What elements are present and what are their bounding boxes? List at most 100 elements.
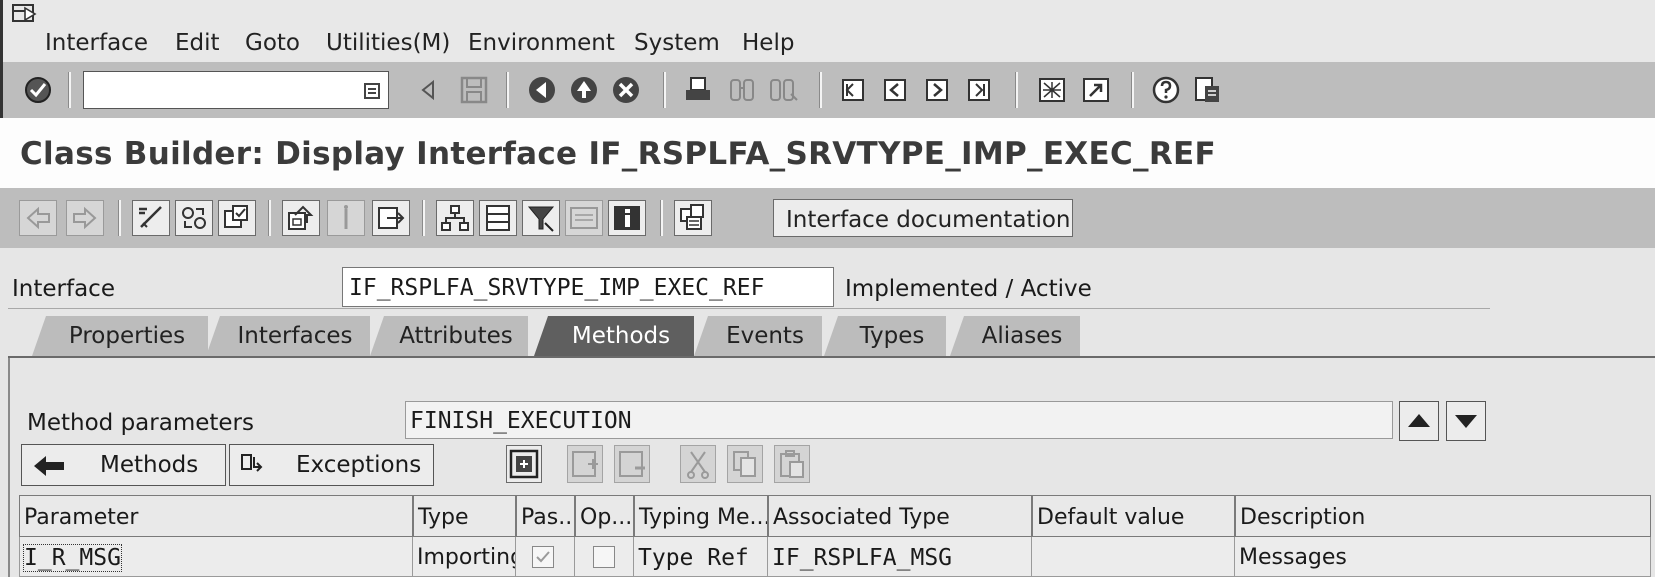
cell-description[interactable]: Messages bbox=[1235, 537, 1651, 577]
delete-row-button[interactable] bbox=[614, 445, 650, 483]
object-list-button[interactable] bbox=[372, 200, 410, 236]
tab-methods[interactable]: Methods bbox=[534, 316, 694, 356]
find-next-icon[interactable] bbox=[769, 74, 799, 106]
toolbar-separator bbox=[506, 72, 509, 108]
menu-system[interactable]: System bbox=[634, 30, 720, 56]
cell-typing-method[interactable]: Type Ref bbox=[634, 537, 768, 577]
previous-method-button[interactable] bbox=[1399, 401, 1439, 441]
tab-label: Interfaces bbox=[237, 323, 353, 349]
exceptions-button[interactable]: Exceptions bbox=[229, 444, 434, 486]
next-page-icon[interactable] bbox=[923, 74, 953, 106]
back-icon[interactable] bbox=[527, 74, 557, 106]
column-header-type[interactable]: Type bbox=[413, 495, 516, 537]
information-button[interactable] bbox=[608, 200, 646, 236]
column-header-associated-type[interactable]: Associated Type bbox=[768, 495, 1032, 537]
activate-button[interactable] bbox=[282, 200, 320, 236]
tab-label: Types bbox=[859, 323, 925, 349]
cell-parameter[interactable]: I_R_MSG bbox=[19, 537, 413, 577]
enter-icon[interactable] bbox=[23, 74, 53, 106]
toolbar-separator bbox=[663, 72, 666, 108]
documentation-icon-button[interactable] bbox=[674, 200, 712, 236]
menu-help[interactable]: Help bbox=[742, 30, 794, 56]
active-inactive-button[interactable] bbox=[175, 200, 213, 236]
column-header-description[interactable]: Description bbox=[1235, 495, 1651, 537]
standard-toolbar bbox=[0, 62, 1655, 118]
next-object-button[interactable] bbox=[66, 200, 104, 236]
menu-goto[interactable]: Goto bbox=[245, 30, 300, 56]
column-header-default-value[interactable]: Default value bbox=[1032, 495, 1235, 537]
toolbar-separator bbox=[819, 72, 822, 108]
menu-interface[interactable]: Interface bbox=[45, 30, 148, 56]
system-menu-icon[interactable] bbox=[11, 2, 41, 26]
insert-row-button[interactable] bbox=[567, 445, 603, 483]
menu-environment[interactable]: Environment bbox=[468, 30, 615, 56]
arrow-left-icon bbox=[34, 456, 64, 476]
method-parameters-label: Method parameters bbox=[27, 410, 254, 436]
tab-properties[interactable]: Properties bbox=[32, 316, 208, 356]
exit-icon[interactable] bbox=[569, 74, 599, 106]
exceptions-button-label: Exceptions bbox=[296, 452, 422, 478]
toolbar-separator bbox=[1015, 72, 1018, 108]
toolbar-separator bbox=[118, 200, 121, 236]
command-history-icon[interactable] bbox=[361, 74, 383, 106]
save-icon[interactable] bbox=[459, 74, 489, 106]
new-session-icon[interactable] bbox=[1037, 74, 1067, 106]
page-title: Class Builder: Display Interface IF_RSPL… bbox=[20, 136, 1216, 172]
cancel-icon[interactable] bbox=[611, 74, 641, 106]
pass-by-value-checkbox[interactable] bbox=[532, 546, 554, 568]
tab-attributes[interactable]: Attributes bbox=[370, 316, 528, 356]
cell-type[interactable]: Importing bbox=[413, 537, 516, 577]
check-button[interactable] bbox=[218, 200, 256, 236]
tab-aliases[interactable]: Aliases bbox=[950, 316, 1080, 356]
cell-pass-by-value bbox=[516, 537, 575, 577]
tab-label: Methods bbox=[571, 323, 671, 349]
back-to-methods-button[interactable]: Methods bbox=[21, 444, 226, 486]
collapse-arrow-icon[interactable] bbox=[417, 74, 439, 106]
tab-events[interactable]: Events bbox=[694, 316, 822, 356]
sections-button[interactable] bbox=[479, 200, 517, 236]
where-used-button[interactable] bbox=[327, 200, 365, 236]
optional-checkbox[interactable] bbox=[593, 546, 615, 568]
hierarchy-button[interactable] bbox=[436, 200, 474, 236]
application-toolbar: Interface documentation bbox=[0, 188, 1655, 248]
first-page-icon[interactable] bbox=[839, 74, 869, 106]
last-page-icon[interactable] bbox=[965, 74, 995, 106]
menu-bar: Interface Edit Goto Utilities(M) Environ… bbox=[0, 0, 1655, 62]
interface-documentation-button[interactable]: Interface documentation bbox=[773, 199, 1073, 237]
cell-associated-type[interactable]: IF_RSPLFA_MSG bbox=[768, 537, 1032, 577]
methods-button-label: Methods bbox=[100, 452, 199, 478]
column-header-pass-by-value[interactable]: Pas... bbox=[516, 495, 575, 537]
menu-edit[interactable]: Edit bbox=[175, 30, 220, 56]
command-field[interactable] bbox=[83, 71, 389, 109]
tab-types[interactable]: Types bbox=[824, 316, 946, 356]
tab-label: Attributes bbox=[399, 323, 513, 349]
cell-default-value[interactable] bbox=[1032, 537, 1235, 577]
main-area: Interface IF_RSPLFA_SRVTYPE_IMP_EXEC_REF… bbox=[0, 248, 1655, 577]
previous-object-button[interactable] bbox=[19, 200, 57, 236]
title-bar: Class Builder: Display Interface IF_RSPL… bbox=[0, 118, 1655, 188]
display-change-button[interactable] bbox=[132, 200, 170, 236]
detail-view-button[interactable] bbox=[506, 445, 542, 483]
interface-status: Implemented / Active bbox=[845, 276, 1092, 302]
cell-optional bbox=[575, 537, 634, 577]
copy-button[interactable] bbox=[727, 445, 763, 483]
previous-page-icon[interactable] bbox=[881, 74, 911, 106]
filter-button[interactable] bbox=[522, 200, 560, 236]
toolbar-separator bbox=[268, 200, 271, 236]
print-icon[interactable] bbox=[683, 74, 713, 106]
method-name-field[interactable]: FINISH_EXECUTION bbox=[405, 401, 1393, 439]
layout-menu-icon[interactable] bbox=[1193, 74, 1223, 106]
paste-button[interactable] bbox=[774, 445, 810, 483]
find-icon[interactable] bbox=[727, 74, 757, 106]
next-method-button[interactable] bbox=[1446, 401, 1486, 441]
cut-button[interactable] bbox=[680, 445, 716, 483]
interface-name-field[interactable]: IF_RSPLFA_SRVTYPE_IMP_EXEC_REF bbox=[342, 267, 834, 307]
help-icon[interactable] bbox=[1151, 74, 1181, 106]
menu-utilities[interactable]: Utilities(M) bbox=[326, 30, 450, 56]
column-header-typing-method[interactable]: Typing Me... bbox=[634, 495, 768, 537]
tab-interfaces[interactable]: Interfaces bbox=[206, 316, 370, 356]
display-object-list-button[interactable] bbox=[565, 200, 603, 236]
shortcut-icon[interactable] bbox=[1081, 74, 1111, 106]
column-header-parameter[interactable]: Parameter bbox=[19, 495, 413, 537]
column-header-optional[interactable]: Op... bbox=[575, 495, 634, 537]
